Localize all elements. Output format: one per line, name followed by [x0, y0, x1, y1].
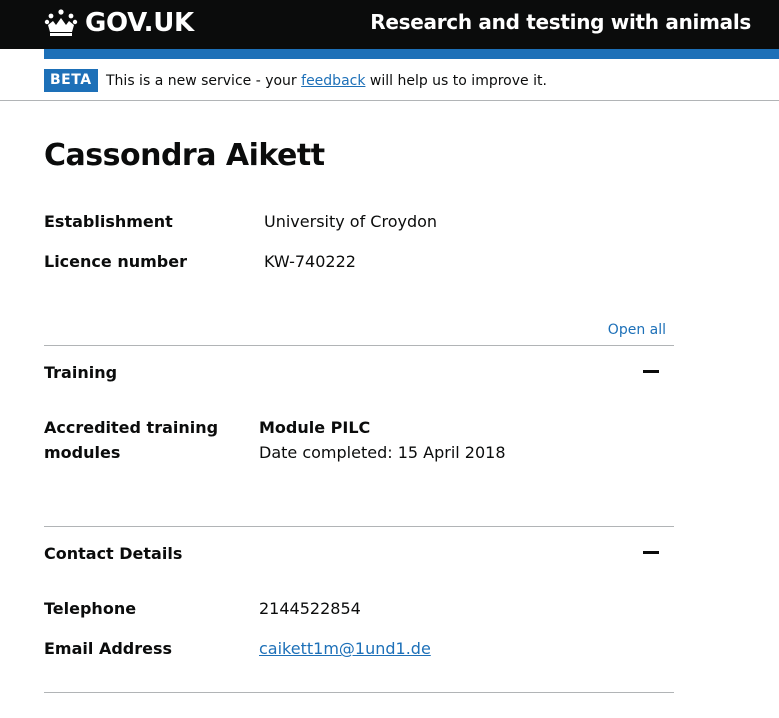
crown-icon [44, 9, 78, 36]
feedback-link[interactable]: feedback [301, 73, 365, 89]
logo-text: GOV.UK [85, 8, 194, 38]
phase-banner-divider [0, 100, 779, 101]
establishment-label: Establishment [44, 212, 173, 231]
email-address-label: Email Address [44, 639, 173, 658]
header-accent-bar [44, 49, 779, 59]
govuk-logo-link[interactable]: GOV.UK [44, 6, 194, 40]
telephone-label: Telephone [44, 599, 137, 618]
module-name: Module PILC [259, 418, 371, 437]
service-name-link[interactable]: Research and testing with animals [370, 10, 751, 34]
phase-banner-text: This is a new service - your feedback wi… [106, 71, 547, 91]
minus-icon-bar [643, 370, 659, 373]
training-section-heading[interactable]: Training [44, 360, 117, 385]
accordion-divider [44, 345, 674, 346]
accredited-training-label-line-1: Accredited training [44, 418, 219, 437]
accordion-divider [44, 692, 674, 693]
accredited-training-label-line-2: modules [44, 443, 121, 462]
minus-icon[interactable] [642, 544, 660, 562]
phase-text-before: This is a new service - your [106, 73, 302, 89]
site-header: GOV.UK Research and testing with animals [0, 0, 779, 49]
minus-icon[interactable] [642, 363, 660, 381]
phase-banner: BETA This is a new service - your feedba… [44, 67, 779, 101]
minus-icon-bar [643, 551, 659, 554]
establishment-value: University of Croydon [264, 212, 438, 231]
module-date-completed: Date completed: 15 April 2018 [259, 443, 506, 462]
page-title: Cassondra Aikett [44, 138, 325, 173]
telephone-value: 2144522854 [259, 599, 361, 618]
email-address-link[interactable]: caikett1m@1und1.de [259, 636, 431, 661]
open-all-button[interactable]: Open all [608, 322, 666, 338]
licence-number-value: KW-740222 [264, 252, 356, 271]
phase-text-after: will help us to improve it. [365, 73, 547, 89]
beta-tag: BETA [44, 69, 98, 92]
accordion-divider [44, 526, 674, 527]
licence-number-label: Licence number [44, 252, 187, 271]
contact-details-section-heading[interactable]: Contact Details [44, 541, 182, 566]
